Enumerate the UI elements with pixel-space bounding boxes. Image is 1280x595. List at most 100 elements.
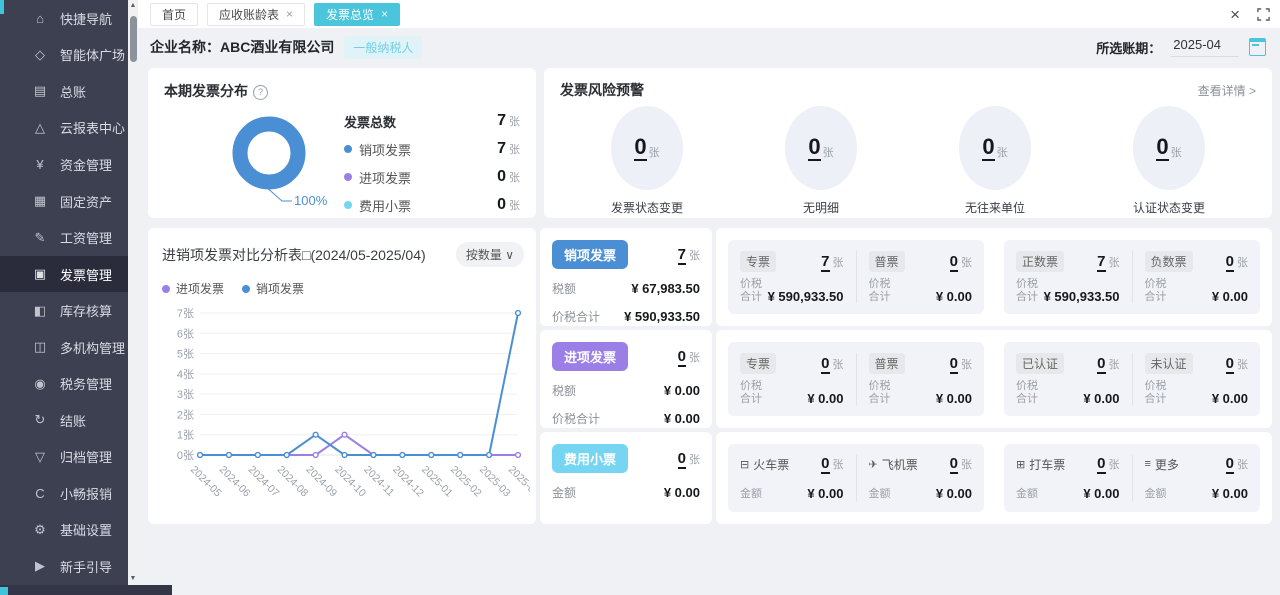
tab-bar: 首页 应收账龄表× 发票总览× × — [138, 0, 1280, 28]
svg-text:2025-02: 2025-02 — [448, 464, 484, 500]
view-details-link[interactable]: 查看详情 > — [1198, 82, 1256, 99]
taxpayer-badge: 一般纳税人 — [344, 36, 422, 59]
period-value[interactable]: 2025-04 — [1171, 37, 1239, 57]
svg-text:2024-06: 2024-06 — [217, 464, 253, 500]
cell-count[interactable]: 0张 — [821, 355, 843, 373]
metric-value: ¥ 0.00 — [807, 391, 843, 406]
close-icon[interactable]: × — [1230, 6, 1240, 23]
type-tag: 打车票 — [1029, 456, 1065, 473]
cell-count[interactable]: 0张 — [1226, 355, 1248, 373]
metric-label: 价税合计 — [1145, 278, 1170, 304]
risk-label: 无明细 — [803, 199, 839, 216]
cell-count[interactable]: 0张 — [1226, 455, 1248, 473]
cell-count[interactable]: 0张 — [950, 355, 972, 373]
scrollbar-thumb[interactable] — [130, 16, 137, 62]
legend-purchase[interactable]: 进项发票 — [162, 280, 224, 297]
risk-count-circle[interactable]: 0张 — [1133, 106, 1205, 190]
cell-count[interactable]: 7张 — [1097, 253, 1119, 271]
cell-count[interactable]: 0张 — [1097, 455, 1119, 473]
close-icon[interactable]: × — [381, 7, 388, 21]
company-name: 企业名称：ABC酒业有限公司 — [150, 37, 334, 57]
car-icon: ⊞ — [1016, 458, 1025, 471]
sidebar-item-cloud-reports[interactable]: △云报表中心 — [0, 110, 128, 147]
sidebar-item-funds[interactable]: ¥资金管理 — [0, 146, 128, 183]
sidebar-item-fixed-assets[interactable]: ▦固定资产 — [0, 183, 128, 220]
sidebar-scrollbar[interactable]: ▲ ▼ — [128, 0, 138, 585]
risk-item-status-change: 0张 发票状态变更 — [560, 106, 734, 216]
left-accent-strip — [0, 0, 4, 14]
metric-label: 价税合计 — [740, 278, 765, 304]
help-icon[interactable]: ? — [253, 85, 268, 100]
ticket-type-cell: ✈飞机票0张 金额¥ 0.00 — [856, 455, 973, 501]
cell-count[interactable]: 0张 — [1097, 355, 1119, 373]
expense-receipt-count[interactable]: 0张 — [678, 450, 700, 468]
certified-group: 已认证0张 价税合计¥ 0.00 未认证0张 价税合计¥ 0.00 — [1004, 342, 1260, 416]
sidebar-item-inventory[interactable]: ◧库存核算 — [0, 292, 128, 329]
scroll-down-icon[interactable]: ▼ — [128, 573, 138, 585]
sidebar-item-guide[interactable]: ▶新手引导 — [0, 548, 128, 585]
sidebar-item-invoice-management[interactable]: ▣发票管理 — [0, 256, 128, 293]
sidebar-item-settings[interactable]: ⚙基础设置 — [0, 512, 128, 549]
risk-count-circle[interactable]: 0张 — [611, 106, 683, 190]
tab-receivable-aging[interactable]: 应收账龄表× — [207, 3, 305, 26]
svg-text:2024-10: 2024-10 — [332, 464, 368, 500]
fullscreen-icon[interactable] — [1257, 8, 1270, 21]
sidebar-item-tax[interactable]: ◉税务管理 — [0, 365, 128, 402]
salary-doc-icon: ✎ — [32, 230, 48, 246]
risk-count-circle[interactable]: 0张 — [785, 106, 857, 190]
cell-count[interactable]: 0张 — [950, 455, 972, 473]
metric-label: 价税合计 — [1016, 380, 1041, 406]
metric-value: ¥ 0.00 — [807, 486, 843, 501]
sidebar-item-multi-org[interactable]: ◫多机构管理 — [0, 329, 128, 366]
sidebar-item-label: 工资管理 — [60, 228, 112, 247]
purchase-invoice-count[interactable]: 0张 — [678, 348, 700, 366]
invoice-type-cell: 负数票0张 价税合计¥ 0.00 — [1132, 251, 1249, 303]
metric-value: ¥ 0.00 — [936, 391, 972, 406]
sidebar-item-general-ledger[interactable]: ▤总账 — [0, 73, 128, 110]
metric-value: ¥ 0.00 — [1083, 486, 1119, 501]
legend-sales[interactable]: 销项发票 — [242, 280, 304, 297]
special-general-group: 专票7张 价税合计¥ 590,933.50 普票0张 价税合计¥ 0.00 — [728, 240, 984, 314]
cell-count[interactable]: 0张 — [1226, 253, 1248, 271]
quantity-toggle-dropdown[interactable]: 按数量 ∨ — [456, 242, 524, 267]
panel-title: 发票风险预警 — [560, 80, 644, 100]
risk-item-no-detail: 0张 无明细 — [734, 106, 908, 216]
sales-invoice-count[interactable]: 7张 — [678, 246, 700, 264]
sidebar-item-payroll[interactable]: ✎ 工资管理 — [0, 219, 128, 256]
home-icon: ⌂ — [32, 11, 48, 26]
metric-label: 价税合计 — [869, 380, 894, 406]
calendar-icon[interactable] — [1249, 38, 1266, 56]
close-icon[interactable]: × — [286, 7, 293, 21]
expense-receipt-badge: 费用小票 — [552, 444, 628, 473]
cell-count[interactable]: 7张 — [821, 253, 843, 271]
sidebar-item-closing[interactable]: ↻ 结账 — [0, 402, 128, 439]
sidebar-item-reimburse[interactable]: C小畅报销 — [0, 475, 128, 512]
risk-label: 无往来单位 — [965, 199, 1025, 216]
scroll-up-icon[interactable]: ▲ — [128, 0, 138, 12]
risk-count-circle[interactable]: 0张 — [959, 106, 1031, 190]
closing-icon: ↻ — [32, 412, 48, 428]
tab-invoice-overview[interactable]: 发票总览× — [314, 3, 400, 26]
ticket-type-cell: ≡更多0张 金额¥ 0.00 — [1132, 455, 1249, 501]
metric-label: 价税合计 — [1145, 380, 1170, 406]
sidebar-item-archive[interactable]: ▽归档管理 — [0, 439, 128, 476]
sidebar-item-label: 结账 — [60, 411, 86, 430]
sidebar-item-quick-nav[interactable]: ⌂快捷导航 — [0, 0, 128, 37]
tab-home[interactable]: 首页 — [150, 3, 198, 26]
type-tag: 正数票 — [1016, 251, 1064, 272]
tax-amount-row: 税额¥ 0.00 — [552, 382, 700, 399]
type-tag: 普票 — [869, 251, 905, 272]
invoice-type-cell: 已认证0张 价税合计¥ 0.00 — [1016, 353, 1120, 405]
content-area: 企业名称：ABC酒业有限公司 一般纳税人 所选账期： 2025-04 本期发票分… — [138, 28, 1280, 595]
purchase-invoice-badge: 进项发票 — [552, 342, 628, 371]
main-area: 首页 应收账龄表× 发票总览× × 企业名称：ABC酒业有限公司 一般纳税人 所… — [138, 0, 1280, 595]
sidebar-item-agent-plaza[interactable]: ◇智能体广场 — [0, 37, 128, 74]
metric-label: 价税合计 — [1016, 278, 1041, 304]
sidebar-item-label: 总账 — [60, 82, 86, 101]
taxi-more-group: ⊞打车票0张 金额¥ 0.00 ≡更多0张 金额¥ 0.00 — [1004, 444, 1260, 512]
svg-text:2024-08: 2024-08 — [275, 464, 311, 500]
cell-count[interactable]: 0张 — [821, 455, 843, 473]
svg-text:2025-01: 2025-01 — [419, 464, 455, 500]
plane-icon: ✈ — [869, 458, 878, 471]
cell-count[interactable]: 0张 — [950, 253, 972, 271]
